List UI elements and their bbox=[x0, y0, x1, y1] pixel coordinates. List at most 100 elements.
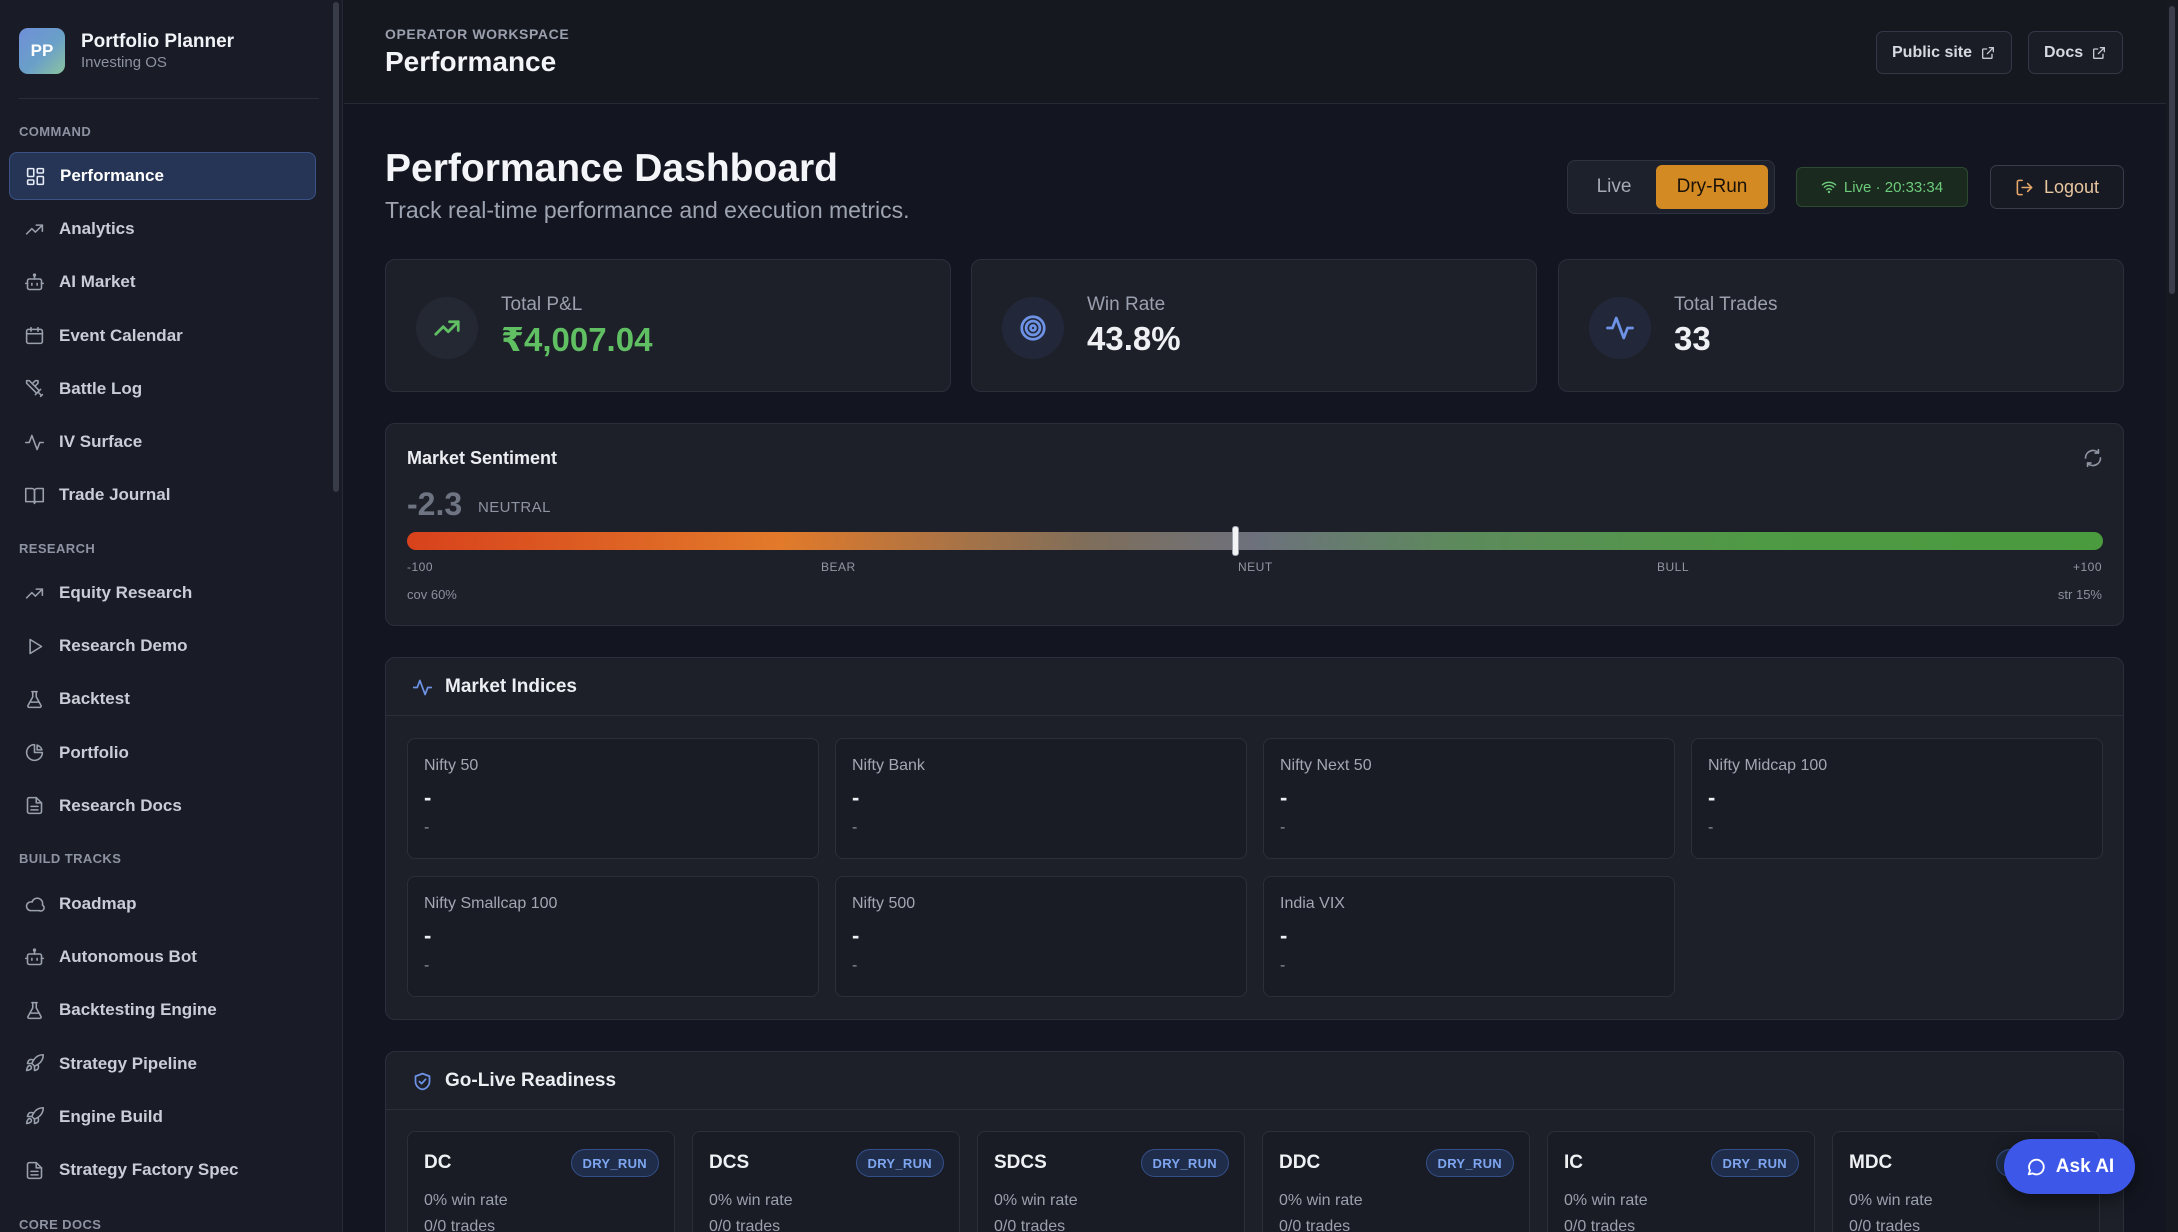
market-indices-card: Market Indices Nifty 50- - Nifty Bank - - Nif… bbox=[385, 657, 2124, 1020]
docs-button[interactable]: Docs bbox=[2028, 31, 2124, 74]
nav-section-build-tracks: BUILD TRACKS bbox=[19, 851, 122, 866]
sentiment-marker bbox=[1231, 526, 1239, 556]
strategy-win-rate: 0% win rate bbox=[424, 1192, 508, 1209]
sidebar-item-analytics[interactable]: Analytics bbox=[9, 205, 316, 253]
sidebar-item-autonomous-bot[interactable]: Autonomous Bot bbox=[9, 933, 316, 981]
strategy-card-dcs[interactable]: DCS DRY_RUN 0% win rate 0/0 trades bbox=[692, 1131, 960, 1232]
brand[interactable]: PP Portfolio Planner Investing OS bbox=[19, 28, 234, 74]
book-icon bbox=[23, 484, 45, 506]
stat-label: Total Trades bbox=[1674, 294, 1778, 315]
sidebar-item-label: Research Docs bbox=[59, 795, 182, 815]
index-card-nifty-bank[interactable]: Nifty Bank - - bbox=[835, 738, 1247, 859]
swords-icon bbox=[23, 378, 45, 400]
go-live-readiness-header: Go-Live Readiness bbox=[412, 1068, 616, 1094]
sidebar: PP Portfolio Planner Investing OS COMMAN… bbox=[0, 0, 343, 1232]
target-icon bbox=[1002, 297, 1064, 359]
breadcrumb: OPERATOR WORKSPACE bbox=[385, 26, 570, 42]
mode-dry-run-button[interactable]: Dry-Run bbox=[1656, 165, 1768, 209]
sidebar-item-label: Equity Research bbox=[59, 583, 193, 602]
sidebar-item-event-calendar[interactable]: Event Calendar bbox=[9, 312, 316, 360]
index-card-nifty-midcap-100[interactable]: Nifty Midcap 100 - - bbox=[1691, 738, 2103, 859]
index-value: - bbox=[1708, 785, 1716, 810]
ask-ai-button[interactable]: Ask AI bbox=[2004, 1139, 2135, 1194]
sidebar-item-label: Trade Journal bbox=[59, 485, 171, 505]
stat-card-win-rate: Win Rate 43.8% bbox=[971, 259, 1537, 392]
index-value: - bbox=[424, 785, 432, 810]
index-value: - bbox=[1280, 923, 1288, 948]
strategy-card-ddc[interactable]: DDC DRY_RUN 0% win rate 0/0 trades bbox=[1262, 1131, 1530, 1232]
sidebar-item-performance[interactable]: Performance bbox=[9, 152, 316, 200]
sidebar-item-research-demo[interactable]: Research Demo bbox=[9, 622, 316, 670]
strategy-card-sdcs[interactable]: SDCS DRY_RUN 0% win rate 0/0 trades bbox=[977, 1131, 1245, 1232]
strategy-card-dc[interactable]: DC DRY_RUN 0% win rate 0/0 trades bbox=[407, 1131, 675, 1232]
sidebar-item-iv-surface[interactable]: IV Surface bbox=[9, 418, 316, 466]
refresh-icon[interactable] bbox=[2083, 448, 2103, 468]
index-card-india-vix[interactable]: India VIX - - bbox=[1263, 876, 1675, 997]
nav-section-research: RESEARCH bbox=[19, 541, 96, 556]
sidebar-item-research-docs[interactable]: Research Docs bbox=[9, 782, 316, 830]
shield-check-icon bbox=[414, 1072, 431, 1090]
index-change: - bbox=[1280, 957, 1286, 974]
gauge-tick-bear: BEAR bbox=[821, 560, 856, 574]
sidebar-item-strategy-factory-spec[interactable]: Strategy Factory Spec bbox=[9, 1146, 316, 1194]
sidebar-item-label: Strategy Pipeline bbox=[59, 1053, 197, 1073]
sidebar-item-label: Strategy Factory Spec bbox=[59, 1160, 239, 1179]
market-indices-title: Market Indices bbox=[445, 676, 577, 697]
logout-icon bbox=[2016, 179, 2033, 195]
index-card-nifty-smallcap-100[interactable]: Nifty Smallcap 100 - - bbox=[407, 876, 819, 997]
sidebar-item-label: Engine Build bbox=[59, 1106, 163, 1126]
section-divider bbox=[386, 715, 2123, 716]
mode-live-button[interactable]: Live bbox=[1572, 165, 1656, 209]
index-value: - bbox=[1280, 785, 1288, 810]
page-title: Performance bbox=[385, 46, 557, 77]
strategy-win-rate: 0% win rate bbox=[1564, 1192, 1648, 1209]
strategy-name: DCS bbox=[709, 1152, 750, 1173]
sidebar-item-backtesting-engine[interactable]: Backtesting Engine bbox=[9, 986, 316, 1034]
sidebar-item-roadmap[interactable]: Roadmap bbox=[9, 880, 316, 928]
cloud-icon bbox=[23, 893, 45, 915]
sidebar-item-label: Battle Log bbox=[59, 378, 143, 398]
sidebar-item-strategy-pipeline[interactable]: Strategy Pipeline bbox=[9, 1040, 316, 1088]
index-value: - bbox=[424, 923, 432, 948]
rocket-icon bbox=[23, 1053, 45, 1075]
sidebar-item-trade-journal[interactable]: Trade Journal bbox=[9, 471, 316, 519]
rocket-icon bbox=[23, 1106, 45, 1128]
status-badge: DRY_RUN bbox=[570, 1149, 659, 1177]
index-card-nifty-500[interactable]: Nifty 500 - - bbox=[835, 876, 1247, 997]
strategy-card-ic[interactable]: IC DRY_RUN 0% win rate 0/0 trades bbox=[1547, 1131, 1815, 1232]
bot-icon bbox=[23, 946, 45, 968]
main-scrollbar[interactable] bbox=[2166, 0, 2178, 1232]
sentiment-gauge-bar bbox=[407, 532, 2103, 550]
public-site-button[interactable]: Public site bbox=[1876, 31, 2013, 74]
trending-up-icon bbox=[23, 582, 45, 604]
logout-button[interactable]: Logout bbox=[1990, 165, 2124, 209]
strategy-name: IC bbox=[1564, 1152, 1583, 1173]
dashboard-title: Performance Dashboard bbox=[385, 147, 838, 190]
sidebar-item-equity-research[interactable]: Equity Research bbox=[9, 569, 316, 617]
index-card-nifty-50[interactable]: Nifty 50 - - bbox=[407, 738, 819, 859]
live-status-badge: Live · 20:33:34 bbox=[1796, 167, 1968, 207]
wifi-icon bbox=[1821, 181, 1837, 194]
index-card-nifty-next-50[interactable]: Nifty Next 50 - - bbox=[1263, 738, 1675, 859]
sidebar-item-battle-log[interactable]: Battle Log bbox=[9, 365, 316, 413]
main-scrollbar-thumb[interactable] bbox=[2169, 6, 2175, 294]
sidebar-scrollbar[interactable] bbox=[333, 2, 339, 492]
strategy-name: DC bbox=[424, 1152, 452, 1173]
strategy-trades: 0/0 trades bbox=[1564, 1218, 1636, 1232]
stat-value: 33 bbox=[1674, 320, 1711, 357]
index-value: - bbox=[852, 923, 860, 948]
sidebar-item-ai-market[interactable]: AI Market bbox=[9, 258, 316, 306]
calendar-icon bbox=[23, 325, 45, 347]
sidebar-item-backtest[interactable]: Backtest bbox=[9, 675, 316, 723]
sentiment-strength: str 15% bbox=[2057, 587, 2102, 602]
nav-section-core-docs: CORE DOCS bbox=[19, 1217, 102, 1232]
index-change: - bbox=[1708, 819, 1714, 836]
brand-subtitle: Investing OS bbox=[81, 54, 167, 71]
sidebar-item-label: Performance bbox=[60, 166, 164, 185]
stat-card-total-pnl: Total P&L ₹4,007.04 bbox=[385, 259, 951, 392]
index-change: - bbox=[1280, 819, 1286, 836]
sidebar-item-portfolio[interactable]: Portfolio bbox=[9, 729, 316, 777]
strategy-trades: 0/0 trades bbox=[994, 1218, 1066, 1232]
sidebar-item-label: Roadmap bbox=[59, 894, 137, 913]
sidebar-item-engine-build[interactable]: Engine Build bbox=[9, 1093, 316, 1141]
